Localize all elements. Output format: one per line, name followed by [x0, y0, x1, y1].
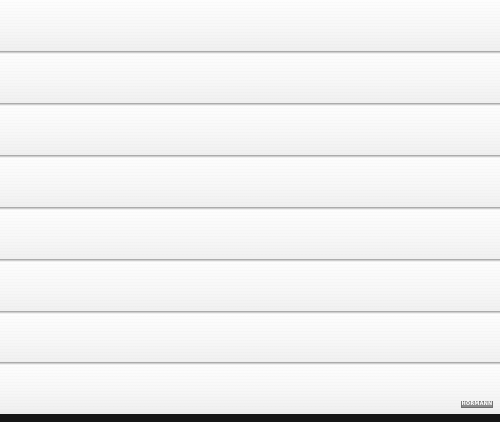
- door-panel-2: [0, 54, 500, 106]
- door-panel-1: [0, 0, 500, 52]
- door-panel-3: [0, 106, 500, 158]
- brand-logo-text: HÖRMANN: [461, 401, 493, 407]
- door-panel-5: [0, 210, 500, 262]
- door-panel-6: [0, 262, 500, 314]
- brand-plate: HÖRMANN: [461, 401, 493, 408]
- bottom-rail: [0, 414, 500, 422]
- garage-door: HÖRMANN: [0, 0, 500, 422]
- door-panel-7: [0, 314, 500, 366]
- door-panel-8: [0, 365, 500, 414]
- door-panel-4: [0, 158, 500, 210]
